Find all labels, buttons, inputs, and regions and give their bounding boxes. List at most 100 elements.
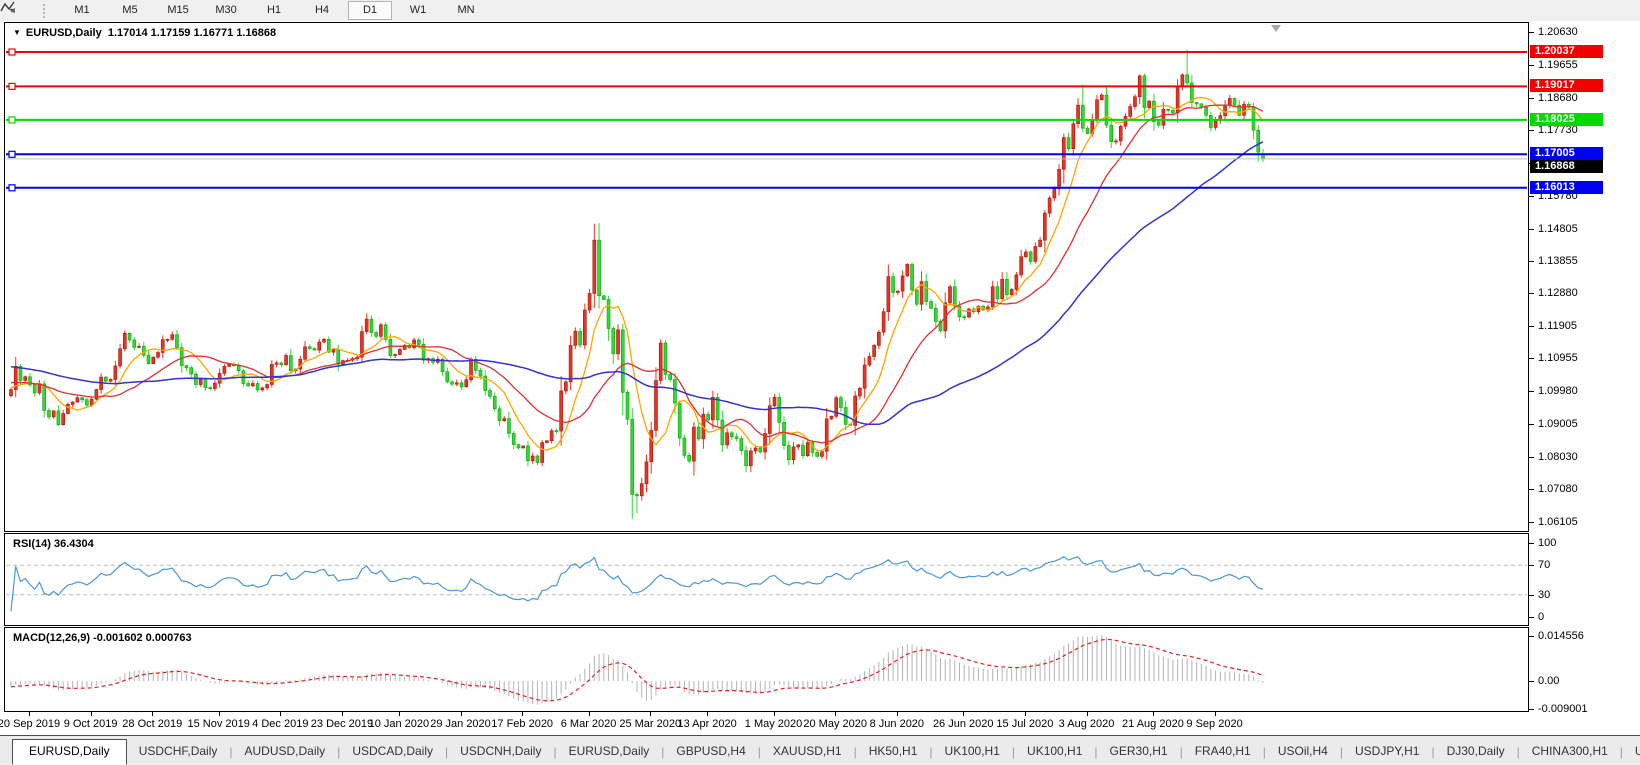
ma-line-55 [10, 141, 1264, 426]
price-tick-label: 1.10955 [1538, 352, 1578, 365]
chart-ohlc-values: 1.17014 1.17159 1.16771 1.16868 [107, 27, 277, 39]
price-tick [1529, 195, 1534, 197]
price-tick-label: 1.20630 [1538, 26, 1578, 38]
timeframe-button-mn[interactable]: MN [444, 1, 488, 20]
date-label[interactable]: 20 Sep 2019 [0, 718, 60, 730]
tab-uk100-h1[interactable]: UK100,H1 [1015, 740, 1094, 764]
tab-usdcad-daily[interactable]: USDCAD,Daily [340, 740, 445, 764]
timeframe-button-d1[interactable]: D1 [348, 1, 393, 20]
price-tick [1529, 424, 1534, 426]
price-tick-label: 1.12880 [1538, 287, 1578, 300]
timeframe-button-m1[interactable]: M1 [60, 1, 104, 20]
price-tick [1529, 522, 1534, 523]
date-label[interactable]: 25 Mar 2020 [619, 718, 681, 730]
date-tick [152, 712, 154, 716]
price-axis[interactable]: 1.206301.196551.186801.177301.167551.157… [1529, 21, 1640, 735]
tab-eurusd-daily[interactable]: EURUSD,Daily [12, 739, 127, 765]
date-label[interactable]: 17 Feb 2020 [491, 718, 553, 730]
macd-tick-label: 0.00 [1538, 675, 1560, 688]
tab-audusd-daily[interactable]: AUDUSD,Daily [233, 740, 338, 764]
tab-uk100-h1[interactable]: UK100,H1 [933, 740, 1012, 764]
price-tick [1529, 64, 1534, 66]
date-tick [218, 712, 220, 716]
date-label[interactable]: 21 Aug 2020 [1122, 718, 1184, 730]
date-tick [650, 712, 652, 716]
main-chart-panel[interactable]: ▼ EURUSD,Daily 1.17014 1.17159 1.16771 1.… [4, 22, 1529, 532]
date-label[interactable]: 10 Jan 2020 [369, 718, 430, 730]
toolbar-grip [43, 3, 48, 18]
tab-usdcnh-daily[interactable]: USDCNH,Daily [448, 740, 553, 764]
date-label[interactable]: 15 Nov 2019 [187, 718, 249, 730]
tab-usoil-h1[interactable]: USOil,H1 [1623, 740, 1640, 764]
hline-price-label: 1.20037 [1530, 45, 1603, 58]
date-label[interactable]: 3 Aug 2020 [1059, 718, 1115, 730]
tab-eurusd-daily[interactable]: EURUSD,Daily [557, 740, 662, 764]
rsi-tick-label: 70 [1538, 559, 1551, 572]
tab-xauusd-h1[interactable]: XAUUSD,H1 [761, 740, 854, 764]
chart-window: ▼ EURUSD,Daily 1.17014 1.17159 1.16771 1.… [0, 21, 1640, 735]
timeframe-button-w1[interactable]: W1 [396, 1, 440, 20]
date-tick [341, 712, 343, 716]
hline-price-label: 1.16013 [1530, 180, 1603, 194]
rsi-indicator-panel[interactable]: RSI(14) 36.4304 [4, 533, 1529, 626]
price-tick-label: 1.09980 [1538, 385, 1578, 398]
tab-fra40-h1[interactable]: FRA40,H1 [1183, 740, 1263, 764]
date-label[interactable]: 20 May 2020 [803, 718, 867, 730]
price-tick [1529, 260, 1534, 262]
date-axis[interactable]: 20 Sep 2019 9 Oct 2019 28 Oct 2019 15 Nov 2… [0, 712, 1636, 735]
rsi-tick-label: 30 [1538, 588, 1551, 601]
date-label[interactable]: 26 Jun 2020 [933, 718, 994, 730]
date-label[interactable]: 1 May 2020 [745, 718, 802, 730]
price-tick [1529, 358, 1534, 360]
price-tick [1529, 293, 1534, 295]
date-tick [773, 712, 775, 716]
price-tick [1529, 326, 1534, 328]
date-label[interactable]: 8 Jun 2020 [870, 718, 924, 730]
rsi-tick-label: 100 [1538, 537, 1557, 549]
price-tick-label: 1.08030 [1538, 451, 1578, 464]
macd-tick-label: 0.014556 [1538, 630, 1584, 642]
date-label[interactable]: 23 Dec 2019 [311, 718, 373, 730]
price-tick [1529, 129, 1534, 131]
price-tick [1529, 457, 1534, 459]
date-tick [522, 712, 524, 716]
chart-tool-button[interactable]: ▾ [0, 1, 17, 16]
timeframe-button-m30[interactable]: M30 [204, 1, 248, 20]
rsi-tick-label: 0 [1538, 611, 1545, 623]
tab-dj30-daily[interactable]: DJ30,Daily [1435, 740, 1517, 764]
timeframe-button-h1[interactable]: H1 [252, 1, 296, 20]
date-label[interactable]: 28 Oct 2019 [122, 718, 182, 730]
macd-indicator-panel[interactable]: MACD(12,26,9) -0.001602 0.000763 [4, 627, 1529, 712]
tab-usoil-h4[interactable]: USOil,H4 [1266, 740, 1340, 764]
date-label[interactable]: 9 Oct 2019 [64, 718, 118, 730]
date-label[interactable]: 9 Sep 2020 [1186, 718, 1242, 730]
chart-symbol-label: EURUSD,Daily [25, 27, 102, 39]
date-tick [90, 712, 92, 716]
macd-tick [1529, 636, 1534, 637]
symbol-dropdown-icon[interactable]: ▼ [13, 28, 21, 37]
date-tick [588, 712, 590, 716]
top-toolbar: ▾ M1M5M15M30H1H4D1W1MN [0, 0, 1640, 22]
tab-china300-h1[interactable]: CHINA300,H1 [1520, 740, 1620, 764]
price-tick [1529, 228, 1534, 230]
timeframe-button-m15[interactable]: M15 [156, 1, 200, 20]
tab-usdjpy-h1[interactable]: USDJPY,H1 [1343, 740, 1431, 764]
date-label[interactable]: 13 Apr 2020 [677, 718, 736, 730]
timeframe-button-h4[interactable]: H4 [300, 1, 344, 20]
chart-shift-marker [1271, 25, 1281, 32]
date-label[interactable]: 29 Jan 2020 [430, 718, 491, 730]
tab-usdchf-daily[interactable]: USDCHF,Daily [127, 740, 230, 764]
date-label[interactable]: 6 Mar 2020 [561, 718, 617, 730]
timeframe-button-m5[interactable]: M5 [108, 1, 152, 20]
tab-ger30-h1[interactable]: GER30,H1 [1098, 740, 1180, 764]
date-label[interactable]: 15 Jul 2020 [996, 718, 1053, 730]
date-label[interactable]: 4 Dec 2019 [252, 718, 308, 730]
price-tick-label: 1.06105 [1538, 516, 1578, 528]
date-tick [28, 712, 30, 716]
date-tick [460, 712, 462, 716]
hline-price-label: 1.19017 [1530, 79, 1603, 93]
tab-hk50-h1[interactable]: HK50,H1 [857, 740, 930, 764]
price-tick [1529, 391, 1534, 393]
tab-gbpusd-h4[interactable]: GBPUSD,H4 [664, 740, 757, 764]
chart-tab-bar: EURUSD,Daily USDCHF,Daily | AUDUSD,Daily | US… [0, 735, 1640, 765]
